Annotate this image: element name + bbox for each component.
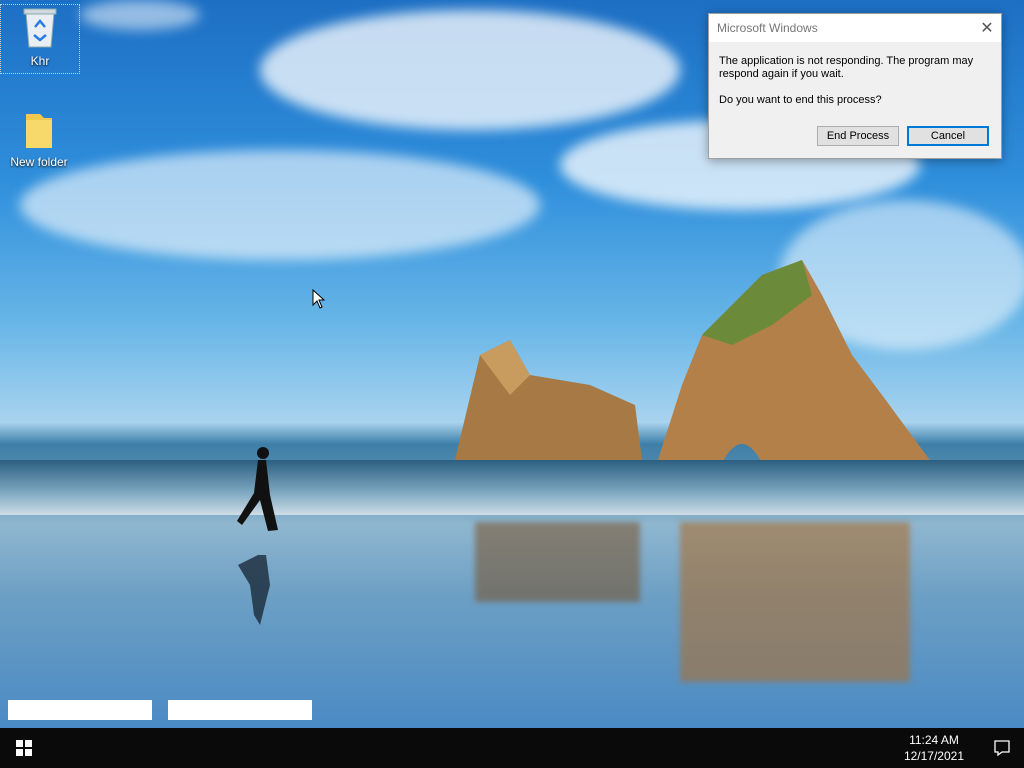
recycle-bin-icon (23, 8, 57, 48)
taskbar: 11:24 AM 12/17/2021 (0, 728, 1024, 768)
blank-window-bar[interactable] (168, 700, 312, 720)
close-icon[interactable]: ✕ (973, 14, 1001, 42)
runner-silhouette (237, 447, 278, 625)
dialog-button-row: End Process Cancel (817, 126, 989, 146)
clock-time: 11:24 AM (909, 733, 959, 747)
desktop-icon-label: New folder (10, 155, 68, 169)
rock-left (455, 340, 642, 460)
desktop-icon-label: Khr (30, 54, 50, 68)
new-folder-desktop-icon[interactable]: New folder (0, 110, 78, 169)
cloud (260, 10, 680, 130)
dialog-body: The application is not responding. The p… (709, 42, 1001, 107)
blank-window-bar[interactable] (8, 700, 152, 720)
notification-icon (994, 740, 1010, 757)
not-responding-dialog: Microsoft Windows ✕ The application is n… (708, 13, 1002, 159)
rock-reflection (475, 522, 640, 602)
taskbar-clock[interactable]: 11:24 AM 12/17/2021 (904, 732, 964, 764)
rock-right (657, 260, 932, 463)
start-button[interactable] (0, 728, 48, 768)
cloud (20, 150, 540, 260)
dialog-title: Microsoft Windows (717, 21, 818, 35)
dialog-titlebar[interactable]: Microsoft Windows ✕ (709, 14, 1001, 42)
action-center-button[interactable] (992, 738, 1012, 758)
cloud (80, 0, 200, 30)
rock-reflection (680, 522, 910, 682)
dialog-message: The application is not responding. The p… (719, 55, 974, 80)
folder-icon (26, 114, 52, 148)
mouse-cursor-icon (312, 289, 326, 309)
windows-logo-icon (16, 740, 32, 756)
end-process-button[interactable]: End Process (817, 126, 899, 146)
cancel-button[interactable]: Cancel (907, 126, 989, 146)
clock-date: 12/17/2021 (903, 749, 964, 763)
dialog-question: Do you want to end this process? (719, 94, 882, 106)
recycle-bin-desktop-icon[interactable]: Khr (0, 4, 80, 74)
sea (0, 460, 1024, 515)
